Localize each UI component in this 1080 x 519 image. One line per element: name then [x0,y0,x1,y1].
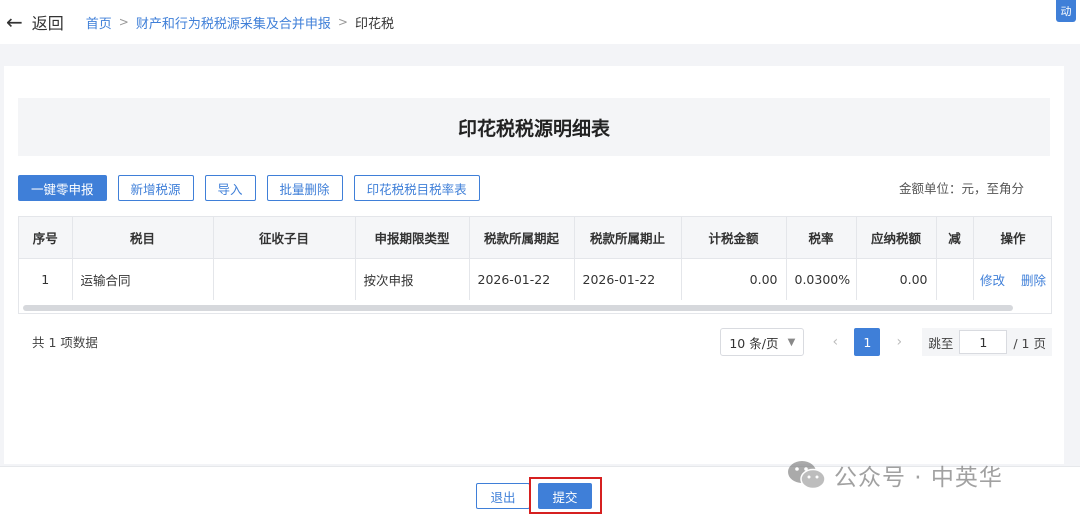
toolbar: 一键零申报 新增税源 导入 批量删除 印花税税目税率表 [18,175,491,201]
column-header-tax-rate: 税率 [786,217,857,259]
cell-reduction [936,258,974,300]
main-card: 印花税税源明细表 一键零申报 新增税源 导入 批量删除 印花税税目税率表 金额单… [4,66,1064,464]
wechat-logo-icon [788,461,826,490]
page-size-select[interactable]: 10 条/页 ▼ [720,328,805,356]
column-header-reduction: 减 [936,217,974,259]
watermark: 公众号 · 中英华 [786,458,1003,492]
next-page-icon[interactable]: › [886,328,912,356]
breadcrumb-property-tax[interactable]: 财产和行为税税源采集及合并申报 [136,13,331,32]
cell-tax-item: 运输合同 [72,258,214,300]
cell-tax-payable: 0.00 [856,258,937,300]
prev-page-icon[interactable]: ‹ [822,328,848,356]
jump-label: 跳至 [928,335,954,351]
breadcrumb-separator-icon: > [118,15,129,29]
title-bar: 印花税税源明细表 [18,98,1050,156]
column-header-tax-payable: 应纳税额 [856,217,937,259]
import-button[interactable]: 导入 [204,175,256,201]
add-tax-source-button[interactable]: 新增税源 [117,175,194,201]
column-header-period-type: 申报期限类型 [355,217,470,259]
page-number-current[interactable]: 1 [854,328,881,356]
page-title: 印花税税源明细表 [457,117,610,140]
tax-rate-table-button[interactable]: 印花税税目税率表 [353,175,480,201]
table-row: 1 运输合同 按次申报 2026-01-22 2026-01-22 0.00 0… [19,258,1051,300]
delete-link[interactable]: 删除 [1021,273,1046,288]
watermark-text: 公众号 · 中英华 [834,465,1003,491]
breadcrumb-current: 印花税 [354,16,394,32]
jump-to-page: 跳至 / 1 页 [922,328,1052,356]
zero-declare-button[interactable]: 一键零申报 [18,175,107,201]
chevron-down-icon: ▼ [787,336,796,348]
cell-index: 1 [19,258,73,300]
column-header-period-start: 税款所属期起 [469,217,575,259]
back-label: 返回 [31,14,64,33]
jump-page-input[interactable] [959,330,1008,354]
floating-badge[interactable]: 动 [1056,0,1076,22]
table-header-row: 序号 税目 征收子目 申报期限类型 税款所属期起 税款所属期止 计税金额 税率 … [19,217,1051,259]
page-size-value: 10 条/页 [729,335,779,351]
total-pages: / 1 页 [1013,335,1046,351]
cell-sub-item [213,258,356,300]
breadcrumb-home[interactable]: 首页 [86,13,112,32]
table-footer: 共 1 项数据 10 条/页 ▼ ‹ 1 › 跳至 / 1 页 [18,324,1052,358]
column-header-index: 序号 [19,217,73,259]
amount-unit-note: 金额单位：元，至角分 [898,181,1024,196]
total-count: 共 1 项数据 [32,334,98,350]
cell-tax-rate: 0.0300% [786,258,857,300]
column-header-sub-item: 征收子目 [213,217,356,259]
column-header-period-end: 税款所属期止 [574,217,682,259]
cell-actions: 修改 删除 [972,258,1051,300]
column-header-tax-item: 税目 [72,217,214,259]
back-button[interactable]: ← 返回 [6,10,64,34]
exit-button[interactable]: 退出 [476,483,530,509]
horizontal-scrollbar[interactable] [23,305,1013,311]
submit-button[interactable]: 提交 [538,483,592,509]
back-arrow-icon: ← [6,10,23,34]
batch-delete-button[interactable]: 批量删除 [266,175,343,201]
cell-period-end: 2026-01-22 [574,258,682,300]
column-header-taxable-amount: 计税金额 [681,217,787,259]
pagination: 10 条/页 ▼ ‹ 1 › 跳至 / 1 页 [720,328,1052,356]
edit-link[interactable]: 修改 [980,273,1005,288]
breadcrumb-separator-icon: > [337,15,348,29]
column-header-actions: 操作 [972,217,1051,259]
cell-taxable-amount: 0.00 [681,258,787,300]
tax-source-table: 序号 税目 征收子目 申报期限类型 税款所属期起 税款所属期止 计税金额 税率 … [18,216,1052,314]
cell-period-start: 2026-01-22 [469,258,575,300]
top-bar: ← 返回 首页 > 财产和行为税税源采集及合并申报 > 印花税 动 [0,0,1080,44]
breadcrumb: 首页 > 财产和行为税税源采集及合并申报 > 印花税 [86,13,394,32]
cell-period-type: 按次申报 [355,258,470,300]
